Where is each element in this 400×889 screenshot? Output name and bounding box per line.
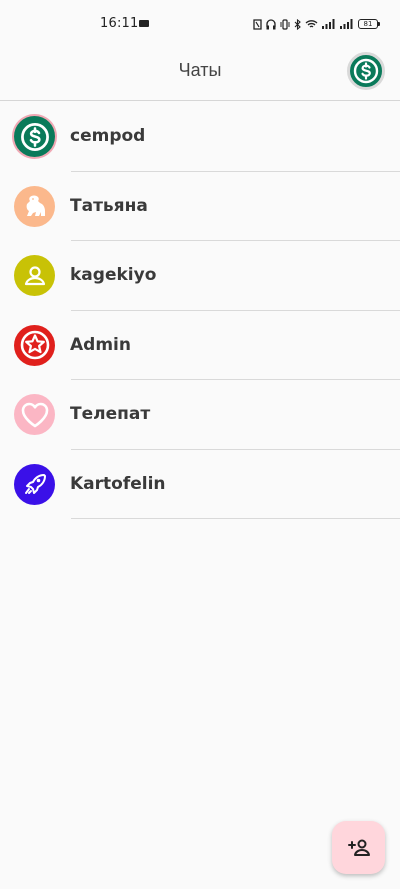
- dollar-icon: [20, 122, 49, 151]
- battery-icon: 81: [358, 19, 380, 29]
- avatar: [14, 324, 55, 366]
- chat-item-kartofelin[interactable]: Kartofelin: [0, 450, 400, 519]
- vibrate-icon: [280, 18, 290, 30]
- chat-name: Татьяна: [70, 195, 148, 216]
- dollar-icon: [353, 58, 379, 84]
- status-time: 16:11: [100, 16, 139, 31]
- add-user-button[interactable]: [332, 821, 385, 874]
- user-icon: [24, 265, 45, 285]
- wifi-icon: [305, 20, 318, 28]
- avatar: [14, 394, 55, 435]
- chat-item-admin[interactable]: Admin: [0, 311, 400, 380]
- star-icon: [20, 330, 49, 360]
- chat-item-tatiana[interactable]: Татьяна: [0, 172, 400, 241]
- notification-icon: [139, 20, 149, 27]
- signal-icon-2: [340, 19, 353, 29]
- headphones-icon: [266, 18, 276, 29]
- chat-name: Admin: [70, 334, 131, 355]
- add-user-icon: [347, 839, 370, 856]
- signal-icon: [322, 19, 335, 29]
- avatar: [14, 463, 55, 505]
- status-icons: 81: [253, 17, 380, 31]
- chat-list: cempod Татьяна kagekiyo Admin Телепат Ka…: [0, 102, 400, 519]
- divider: [71, 518, 400, 519]
- app-header: Чаты: [0, 46, 400, 101]
- chat-item-cempod[interactable]: cempod: [0, 102, 400, 172]
- profile-avatar[interactable]: [347, 52, 385, 90]
- bluetooth-icon: [294, 18, 301, 30]
- avatar: [14, 116, 55, 157]
- avatar: [14, 255, 55, 296]
- chat-name: kagekiyo: [70, 265, 157, 285]
- gorilla-icon: [26, 195, 45, 216]
- chat-item-kagekiyo[interactable]: kagekiyo: [0, 241, 400, 311]
- page-title: Чаты: [178, 60, 222, 80]
- chat-name: Телепат: [70, 404, 151, 424]
- chat-name: cempod: [70, 126, 146, 146]
- rocket-icon: [24, 474, 46, 494]
- chat-item-telepat[interactable]: Телепат: [0, 380, 400, 450]
- status-bar: 16:11 81: [0, 0, 400, 46]
- avatar: [14, 185, 55, 227]
- heart-icon: [21, 402, 48, 427]
- chat-name: Kartofelin: [70, 473, 166, 494]
- nfc-icon: [253, 18, 262, 30]
